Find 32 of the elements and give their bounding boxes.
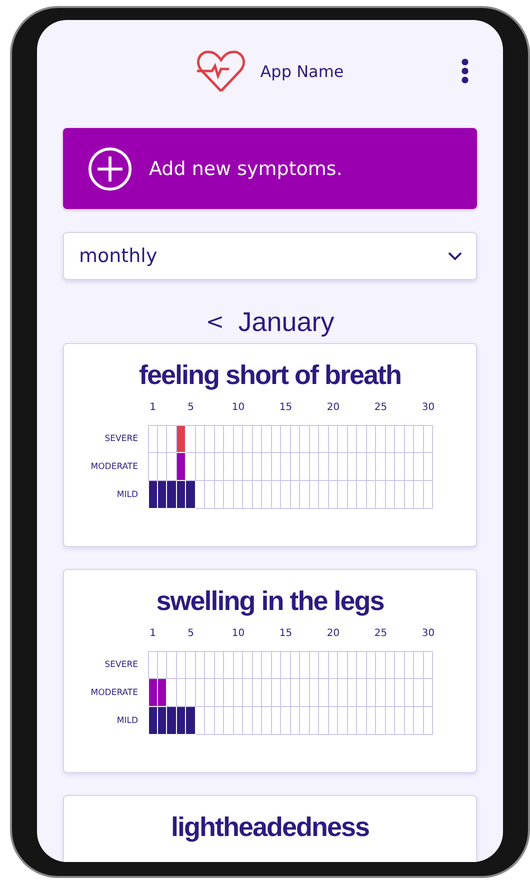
symptom-title: lightheadedness [170, 811, 370, 844]
severity-label: SEVERE [104, 660, 139, 670]
severity-label: MILD [116, 490, 139, 500]
symptom-title: swelling in the legs [155, 585, 385, 618]
day-tick: 1 [148, 402, 157, 415]
app-name: App Name [260, 62, 344, 80]
day-tick: 25 [376, 628, 386, 641]
severity-label: MILD [116, 716, 139, 726]
plus-circle-icon [87, 146, 133, 192]
add-symptoms-button[interactable]: Add new symptoms. [63, 128, 477, 209]
chevron-down-icon [448, 252, 462, 260]
day-tick: 20 [328, 402, 338, 415]
day-tick: 15 [281, 402, 290, 415]
day-tick: 30 [424, 628, 433, 641]
period-dropdown[interactable]: monthly [63, 232, 477, 280]
severity-label: MODERATE [90, 462, 139, 472]
day-tick: 15 [281, 628, 290, 641]
day-tick: 10 [234, 402, 243, 415]
day-tick: 25 [376, 402, 386, 415]
day-tick: 5 [186, 402, 195, 415]
symptom-title: feeling short of breath [138, 359, 402, 392]
heart-pulse-icon [196, 49, 246, 93]
severity-label: SEVERE [104, 434, 139, 444]
day-tick: 5 [186, 628, 195, 641]
previous-month-button[interactable]: < [206, 310, 224, 334]
day-tick: 10 [234, 628, 243, 641]
menu-icon[interactable] [461, 58, 469, 84]
day-tick: 20 [328, 628, 338, 641]
day-tick: 1 [148, 628, 157, 641]
day-tick: 30 [424, 402, 433, 415]
severity-label: MODERATE [90, 688, 139, 698]
month-title: January [238, 306, 334, 338]
